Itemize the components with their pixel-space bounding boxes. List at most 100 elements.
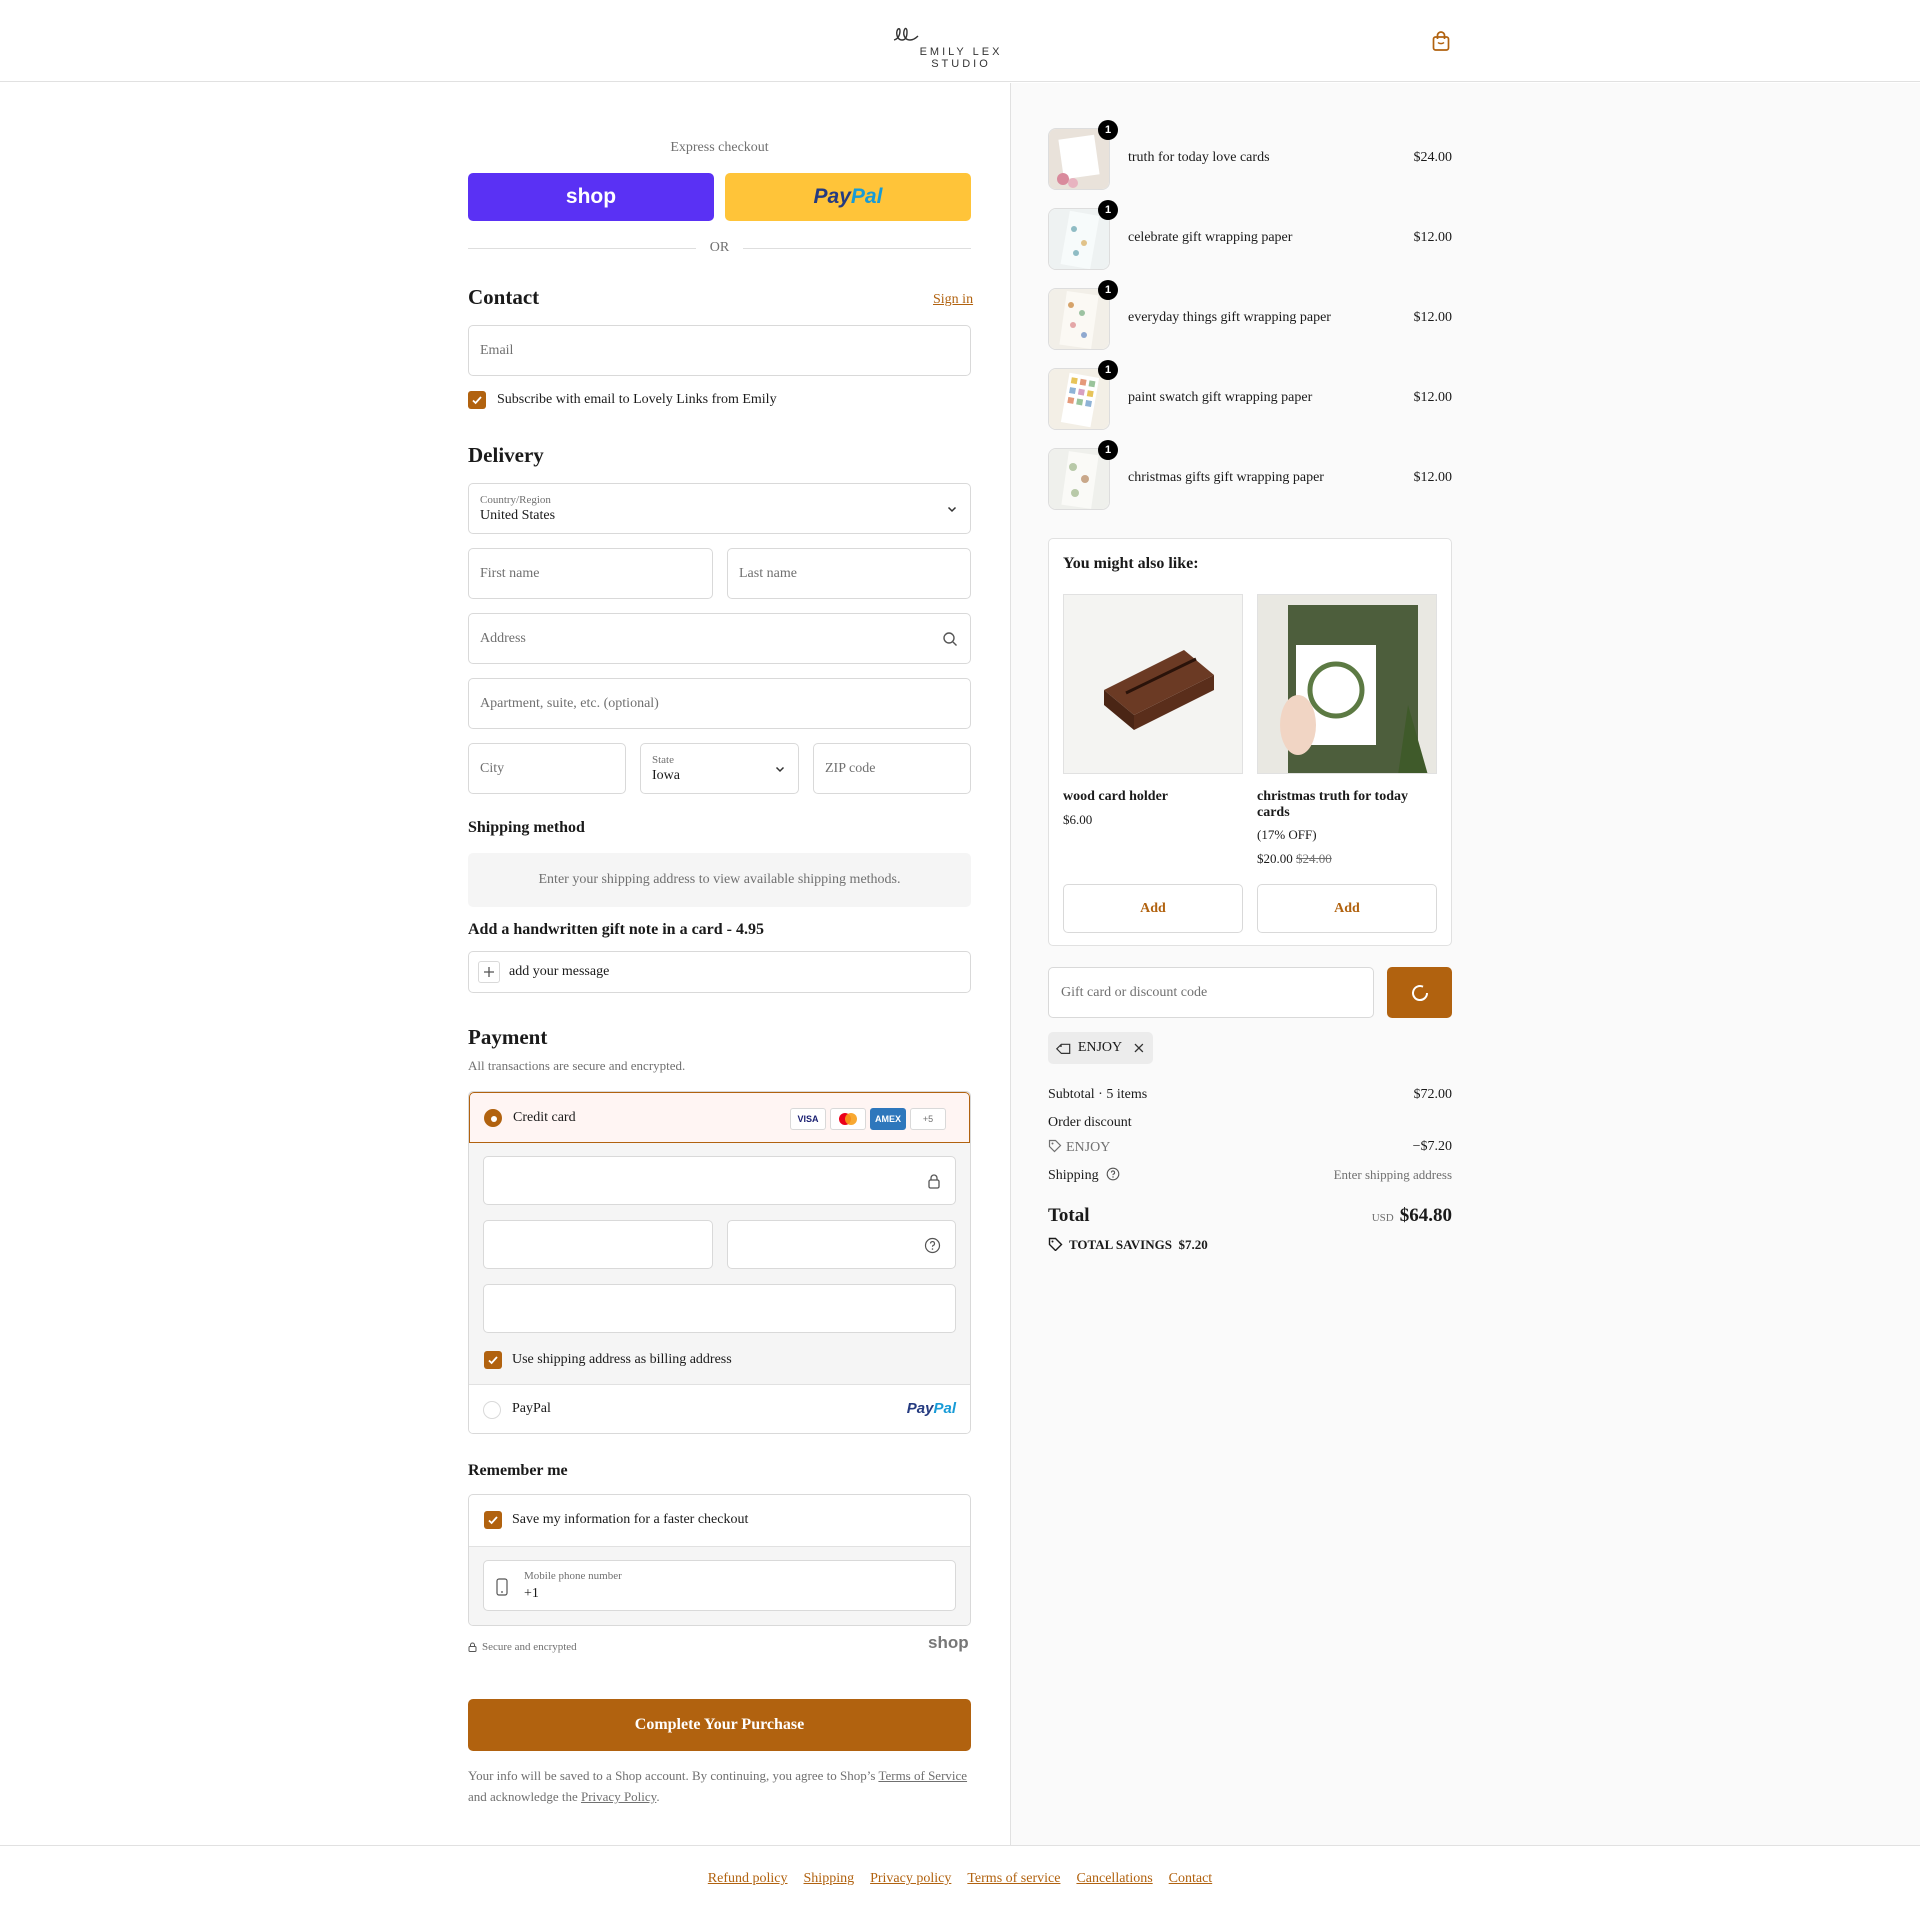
expiration-date-field[interactable] (483, 1220, 713, 1269)
upsell-panel: You might also like: wood card holder $6… (1048, 538, 1452, 946)
mastercard-icon (830, 1108, 866, 1130)
or-divider: OR (468, 238, 972, 258)
quantity-badge: 1 (1098, 280, 1118, 300)
search-icon (943, 631, 957, 646)
cart-item-name: paint swatch gift wrapping paper (1128, 390, 1313, 405)
product-name[interactable]: wood card holder (1063, 789, 1243, 805)
paypal-express-button[interactable]: Pay Pal (725, 173, 971, 221)
mobile-phone-icon (496, 1578, 508, 1596)
city-field[interactable]: City (468, 743, 626, 794)
payment-subtitle: All transactions are secure and encrypte… (468, 1058, 686, 1073)
express-checkout-label: Express checkout (670, 140, 769, 155)
sign-in-link[interactable]: Sign in (933, 292, 973, 308)
tag-icon (1056, 1043, 1071, 1054)
cart-item-name: truth for today love cards (1128, 150, 1270, 165)
privacy-policy-link[interactable]: Privacy Policy (581, 1789, 656, 1804)
contact-link[interactable]: Contact (1169, 1871, 1213, 1886)
shop-logo: shop (928, 1633, 969, 1652)
privacy-policy-footer-link[interactable]: Privacy policy (870, 1871, 951, 1886)
apply-discount-button[interactable] (1387, 967, 1452, 1018)
payment-options: Credit card VISA AMEX +5 Use shipping ad… (468, 1091, 971, 1434)
discount-code-input[interactable]: Gift card or discount code (1048, 967, 1374, 1018)
quantity-badge: 1 (1098, 200, 1118, 220)
cart-item-name: christmas gifts gift wrapping paper (1128, 470, 1324, 485)
country-select[interactable]: Country/Region United States (468, 483, 971, 534)
state-select[interactable]: State Iowa (640, 743, 799, 794)
more-cards-badge: +5 (910, 1108, 946, 1130)
shipping-link[interactable]: Shipping (804, 1871, 855, 1886)
name-on-card-field[interactable] (483, 1284, 956, 1333)
paypal-radio[interactable] (483, 1401, 501, 1419)
billing-same-checkbox[interactable] (484, 1351, 502, 1369)
terms-of-service-footer-link[interactable]: Terms of service (967, 1871, 1060, 1886)
save-info-checkbox[interactable] (484, 1511, 502, 1529)
shop-pay-button[interactable]: shop (468, 173, 714, 221)
applied-discount-tag: ENJOY (1048, 1032, 1153, 1064)
plus-icon[interactable] (478, 961, 500, 983)
email-field[interactable]: Email (468, 325, 971, 376)
save-info-label: Save my information for a faster checkou… (512, 1512, 749, 1527)
terms-of-service-link[interactable]: Terms of Service (878, 1768, 967, 1783)
billing-same-label: Use shipping address as billing address (512, 1352, 732, 1367)
card-details-form: Use shipping address as billing address (469, 1143, 970, 1384)
security-code-field[interactable] (727, 1220, 956, 1269)
apartment-field[interactable]: Apartment, suite, etc. (optional) (468, 678, 971, 729)
zip-field[interactable]: ZIP code (813, 743, 971, 794)
brand-monogram-icon (893, 27, 919, 41)
lock-icon (468, 1642, 477, 1652)
last-name-field[interactable]: Last name (727, 548, 971, 599)
cart-item-price: $12.00 (1413, 310, 1453, 325)
complete-purchase-button[interactable]: Complete Your Purchase (468, 1699, 971, 1751)
cart-item: 1 paint swatch gift wrapping paper $12.0… (1048, 360, 1452, 432)
tag-icon (1048, 1139, 1062, 1153)
cancellations-link[interactable]: Cancellations (1076, 1871, 1152, 1886)
cart-item-name: everyday things gift wrapping paper (1128, 310, 1331, 325)
paypal-option[interactable]: PayPal PayPal (469, 1384, 970, 1433)
add-button[interactable]: Add (1063, 884, 1243, 933)
cart-item-price: $12.00 (1413, 230, 1453, 245)
card-number-field[interactable] (483, 1156, 956, 1205)
close-icon[interactable] (1133, 1042, 1145, 1054)
phone-label: Mobile phone number (524, 1570, 622, 1582)
brand-name: EMILY LEX STUDIO (919, 46, 1003, 70)
loading-spinner-icon (1411, 984, 1428, 1001)
visa-icon: VISA (790, 1108, 826, 1130)
upsell-heading: You might also like: (1063, 555, 1199, 572)
quantity-badge: 1 (1098, 440, 1118, 460)
remember-me-heading: Remember me (468, 1462, 568, 1479)
credit-card-radio[interactable] (484, 1109, 502, 1127)
first-name-field[interactable]: First name (468, 548, 713, 599)
add-button[interactable]: Add (1257, 884, 1437, 933)
refund-policy-link[interactable]: Refund policy (708, 1871, 788, 1886)
cart-item: 1 everyday things gift wrapping paper $1… (1048, 280, 1453, 352)
quantity-badge: 1 (1098, 120, 1118, 140)
header: EMILY LEX STUDIO (0, 0, 1920, 82)
help-icon[interactable] (924, 1237, 941, 1254)
tag-icon (1048, 1237, 1063, 1252)
cart-item: 1 christmas gifts gift wrapping paper $1… (1048, 440, 1452, 512)
mobile-phone-field[interactable]: Mobile phone number +1 (483, 1560, 956, 1611)
gift-note-field[interactable]: add your message (468, 951, 971, 993)
product-price-row: $20.00 $24.00 (1257, 851, 1332, 867)
help-icon[interactable] (1106, 1167, 1120, 1181)
footer: Refund policy Shipping Privacy policy Te… (0, 1845, 1920, 1909)
subscribe-label: Subscribe with email to Lovely Links fro… (497, 392, 777, 407)
paypal-label: PayPal (512, 1401, 551, 1416)
address-field[interactable]: Address (468, 613, 971, 664)
brand-logo[interactable]: EMILY LEX STUDIO (888, 22, 1034, 70)
cart-item-price: $24.00 (1413, 150, 1453, 165)
wood-card-holder-image[interactable] (1063, 594, 1243, 774)
christmas-cards-image[interactable] (1257, 594, 1437, 774)
amex-icon: AMEX (870, 1108, 906, 1130)
shipping-method-notice: Enter your shipping address to view avai… (468, 853, 971, 907)
product-price: $20.00 (1257, 851, 1293, 866)
credit-card-option[interactable]: Credit card VISA AMEX +5 (469, 1092, 970, 1143)
shopping-bag-icon[interactable] (1430, 30, 1452, 52)
checkmark-icon (472, 396, 482, 405)
order-discount-label: Order discount (1048, 1115, 1132, 1130)
product-name[interactable]: christmas truth for today cards (1257, 789, 1427, 821)
quantity-badge: 1 (1098, 360, 1118, 380)
cart-item: 1 truth for today love cards $24.00 (1048, 120, 1453, 192)
credit-card-label: Credit card (513, 1110, 576, 1125)
subscribe-checkbox[interactable] (468, 391, 486, 409)
